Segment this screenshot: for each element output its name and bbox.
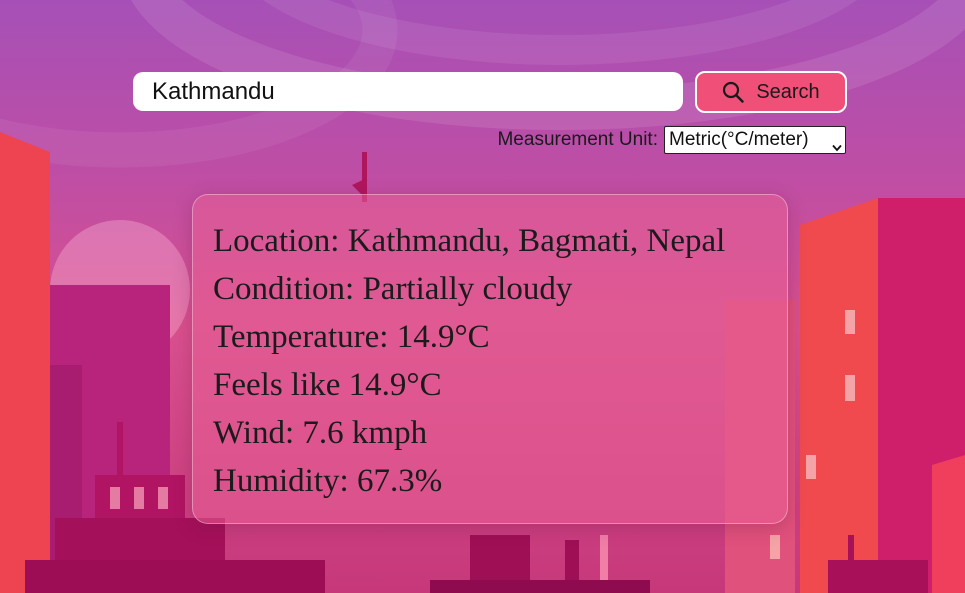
temperature-label: Temperature: [213,319,389,355]
search-bar: Search [133,71,847,113]
feels-like-value: 14.9°C [348,367,442,403]
location-value: Kathmandu, Bagmati, Nepal [347,223,726,259]
location-label: Location: [213,223,340,259]
condition-label: Condition: [213,271,355,307]
measurement-unit-select[interactable]: Metric(°C/meter) [664,126,846,154]
chevron-down-icon [832,136,842,158]
search-button-label: Search [756,80,820,103]
temperature-line: Temperature: 14.9°C [213,313,767,361]
temperature-value: 14.9°C [396,319,490,355]
feels-like-line: Feels like 14.9°C [213,361,767,409]
location-line: Location: Kathmandu, Bagmati, Nepal [213,217,767,265]
feels-like-label: Feels like [213,367,341,403]
humidity-value: 67.3% [356,463,443,499]
humidity-label: Humidity: [213,463,349,499]
humidity-line: Humidity: 67.3% [213,457,767,505]
wind-value: 7.6 kmph [302,415,428,451]
measurement-unit-selected: Metric(°C/meter) [669,129,809,150]
wind-line: Wind: 7.6 kmph [213,409,767,457]
weather-app: Search Measurement Unit: Metric(°C/meter… [0,0,965,593]
condition-line: Condition: Partially cloudy [213,265,767,313]
city-search-input[interactable] [133,72,683,111]
condition-value: Partially cloudy [362,271,573,307]
measurement-unit-label: Measurement Unit: [497,129,658,150]
search-icon [722,81,745,103]
measurement-unit-row: Measurement Unit: Metric(°C/meter) [497,126,846,154]
weather-card: Location: Kathmandu, Bagmati, Nepal Cond… [192,194,788,524]
search-button[interactable]: Search [695,71,847,113]
wind-label: Wind: [213,415,295,451]
